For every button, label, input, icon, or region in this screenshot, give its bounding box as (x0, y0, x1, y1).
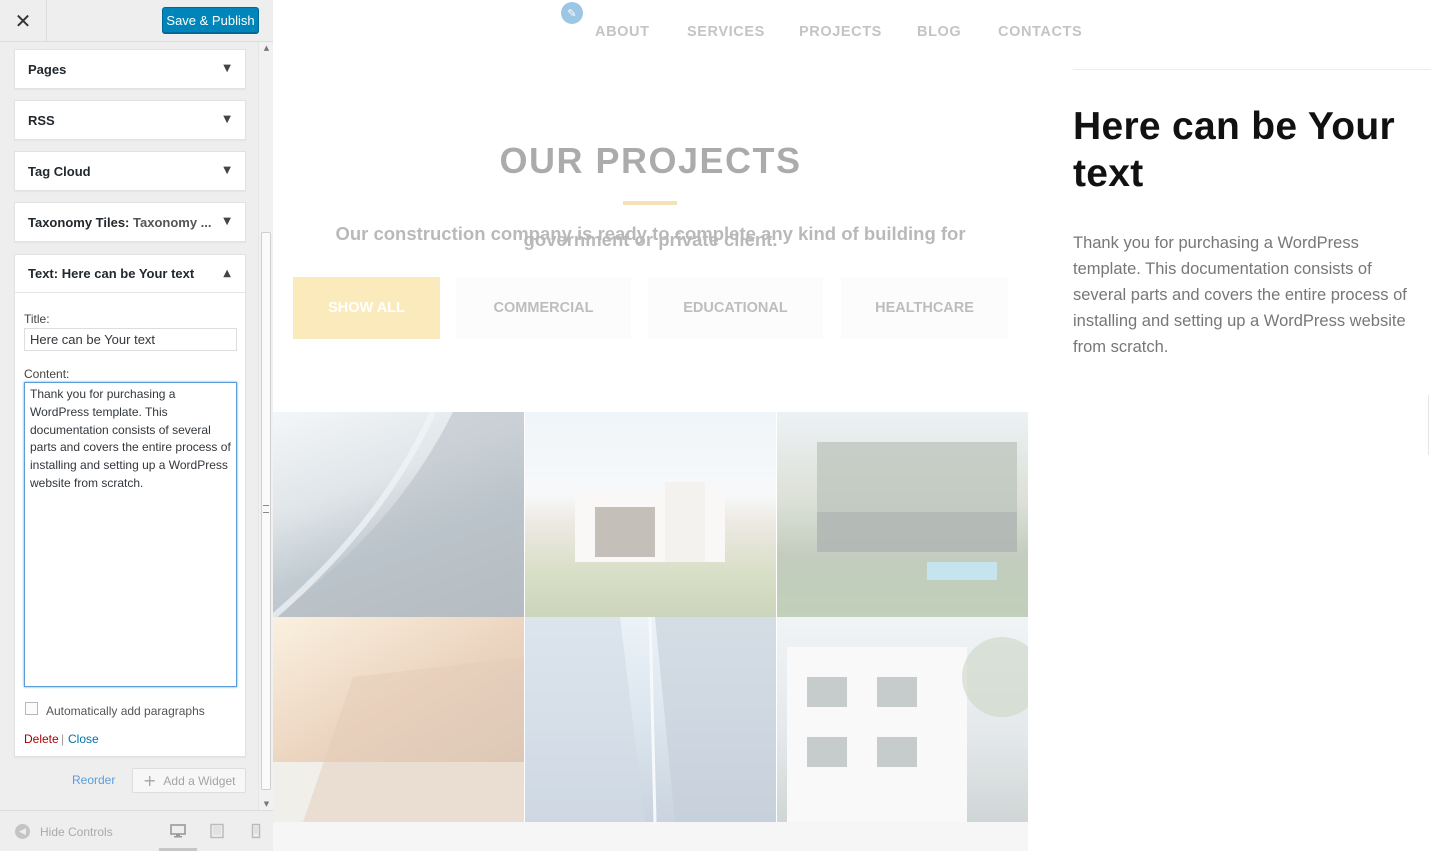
close-customizer-button[interactable]: ✕ (0, 0, 47, 41)
customizer-header: ✕ Save & Publish (0, 0, 273, 42)
preview-footer-strip (273, 822, 1028, 851)
widget-subtitle: Here can be Your text (61, 266, 195, 281)
villa-image (817, 442, 1017, 580)
widget-rss[interactable]: RSS ▼ (14, 100, 246, 140)
customizer-app: ✕ Save & Publish Pages ▼ RSS ▼ Tag Cloud ▼ … (0, 0, 1431, 851)
delete-link[interactable]: Delete (24, 732, 59, 746)
text-widget-body: Thank you for purchasing a WordPress tem… (1073, 234, 1407, 356)
content-textarea[interactable]: Thank you for purchasing a WordPress tem… (24, 382, 237, 687)
widget-pages[interactable]: Pages ▼ (14, 49, 246, 89)
mobile-preview-icon[interactable] (248, 823, 264, 839)
project-tile[interactable] (525, 412, 776, 617)
facade-image (273, 657, 524, 822)
autop-checkbox[interactable] (25, 702, 38, 715)
filter-commercial[interactable]: COMMERCIAL (456, 277, 631, 339)
title-label: Title: (24, 312, 50, 326)
widget-title: Pages (28, 61, 67, 77)
project-tile[interactable] (525, 617, 776, 822)
expand-arrow-icon[interactable]: ▼ (223, 63, 231, 74)
filter-educational[interactable]: EDUCATIONAL (648, 277, 823, 339)
projects-subtitle-line2: government or private client. (523, 229, 778, 250)
tablet-preview-icon[interactable] (209, 823, 225, 839)
grip-icon (263, 505, 269, 513)
widget-title: Text: (28, 266, 59, 281)
text-widget-title: Here can be Your text (1073, 105, 1395, 195)
sidebar-scrollbar[interactable]: ▲ ▼ (258, 42, 273, 810)
title-input[interactable] (24, 328, 237, 351)
collapse-arrow-icon[interactable]: ▲ (223, 268, 231, 279)
widgets-panel: Pages ▼ RSS ▼ Tag Cloud ▼ Taxonomy Tiles: T… (0, 42, 258, 810)
expand-arrow-icon[interactable]: ▼ (223, 216, 231, 227)
scroll-down-arrow-icon[interactable]: ▼ (259, 798, 274, 810)
add-widget-label: Add a Widget (163, 773, 236, 788)
project-tile[interactable] (273, 412, 524, 617)
plus-icon: + (143, 771, 157, 790)
widget-taxonomy-tiles[interactable]: Taxonomy Tiles: Taxonomy ... ▼ (14, 202, 246, 242)
close-link[interactable]: Close (68, 732, 99, 746)
divider (1073, 69, 1431, 70)
scroll-thumb[interactable] (261, 232, 271, 790)
content-label: Content: (24, 367, 70, 381)
project-tile[interactable] (273, 617, 524, 822)
expand-arrow-icon[interactable]: ▼ (223, 114, 231, 125)
widget-title: Tag Cloud (28, 163, 91, 179)
projects-title: OUR PROJECTS (499, 140, 802, 181)
customizer-footer: ◀ Hide Controls (0, 810, 273, 851)
project-tile[interactable] (777, 617, 1028, 822)
collapse-icon[interactable]: ◀ (15, 824, 30, 839)
skyscraper-image (525, 617, 776, 822)
save-publish-button[interactable]: Save & Publish (162, 7, 259, 33)
widget-tag-cloud[interactable]: Tag Cloud ▼ (14, 151, 246, 191)
link-separator: | (61, 732, 65, 746)
widget-subtitle: Taxonomy ... (133, 214, 212, 230)
scroll-up-arrow-icon[interactable]: ▲ (259, 42, 274, 54)
curved-building-image (273, 412, 524, 617)
modern-house-image (575, 482, 725, 562)
project-tile[interactable] (777, 412, 1028, 617)
widget-title: RSS (28, 112, 55, 128)
filter-show-all[interactable]: SHOW ALL (293, 277, 440, 339)
site-preview: ✎ ABOUT SERVICES PROJECTS BLOG CONTACTS … (273, 0, 1431, 851)
widget-text-header[interactable]: Text: Here can be Your text ▲ (15, 255, 245, 293)
add-widget-button[interactable]: + Add a Widget (132, 768, 246, 793)
expand-arrow-icon[interactable]: ▼ (223, 165, 231, 176)
apartment-image (787, 637, 1028, 822)
widget-title: Taxonomy Tiles: (28, 214, 130, 230)
close-icon: ✕ (14, 8, 32, 33)
desktop-preview-icon[interactable] (170, 823, 186, 839)
hide-controls-button[interactable]: Hide Controls (40, 825, 113, 839)
projects-section: OUR PROJECTS Our construction company is… (273, 0, 1028, 851)
filter-healthcare[interactable]: HEALTHCARE (841, 277, 1008, 339)
reorder-link[interactable]: Reorder (72, 773, 115, 787)
autop-label: Automatically add paragraphs (46, 704, 205, 718)
title-underline (623, 201, 677, 205)
customizer-sidebar: ✕ Save & Publish Pages ▼ RSS ▼ Tag Cloud ▼ … (0, 0, 273, 851)
widget-text-open: Text: Here can be Your text ▲ Title: Cont… (14, 254, 246, 757)
